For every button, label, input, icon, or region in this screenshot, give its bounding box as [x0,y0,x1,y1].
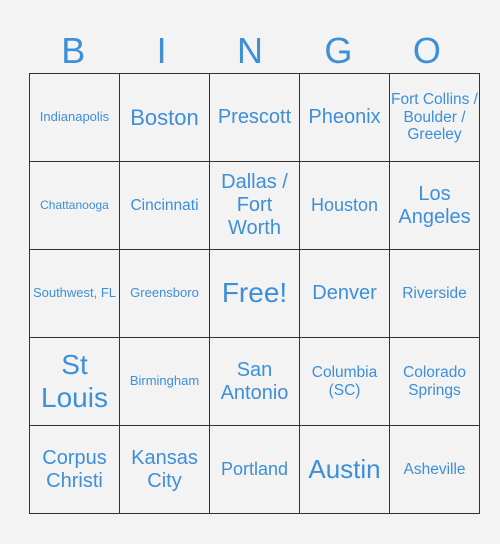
bingo-cell[interactable]: Chattanooga [29,161,120,250]
bingo-cell[interactable]: Houston [299,161,390,250]
bingo-cell[interactable]: Riverside [389,249,480,338]
bingo-header: B I N G O [29,28,471,73]
bingo-cell[interactable]: Pheonix [299,73,390,162]
board-row: St Louis Birmingham San Antonio Columbia… [29,337,480,426]
bingo-cell[interactable]: Fort Collins / Boulder / Greeley [389,73,480,162]
bingo-cell[interactable]: Asheville [389,425,480,514]
header-letter-o: O [412,30,441,71]
bingo-cell[interactable]: Dallas / Fort Worth [209,161,300,250]
header-letter-b: B [61,30,86,71]
bingo-cell[interactable]: Birmingham [119,337,210,426]
bingo-cell[interactable]: Columbia (SC) [299,337,390,426]
free-space-cell[interactable]: Free! [209,249,300,338]
bingo-cell[interactable]: Kansas City [119,425,210,514]
bingo-cell[interactable]: Los Angeles [389,161,480,250]
bingo-cell[interactable]: Austin [299,425,390,514]
board-row: Indianapolis Boston Prescott Pheonix For… [29,73,480,162]
bingo-cell[interactable]: Colorado Springs [389,337,480,426]
bingo-cell[interactable]: Corpus Christi [29,425,120,514]
bingo-cell[interactable]: Greensboro [119,249,210,338]
bingo-cell[interactable]: Portland [209,425,300,514]
bingo-cell[interactable]: Indianapolis [29,73,120,162]
bingo-cell[interactable]: St Louis [29,337,120,426]
board-row: Southwest, FL Greensboro Free! Denver Ri… [29,249,480,338]
bingo-cell[interactable]: Boston [119,73,210,162]
header-letter-g: G [324,30,353,71]
header-letter-n: N [237,30,264,71]
bingo-cell[interactable]: Southwest, FL [29,249,120,338]
bingo-cell[interactable]: San Antonio [209,337,300,426]
bingo-cell[interactable]: Denver [299,249,390,338]
bingo-cell[interactable]: Prescott [209,73,300,162]
board-row: Corpus Christi Kansas City Portland Aust… [29,425,480,514]
header-letter-i: I [156,30,167,71]
board-row: Chattanooga Cincinnati Dallas / Fort Wor… [29,161,480,250]
bingo-cell[interactable]: Cincinnati [119,161,210,250]
bingo-board: Indianapolis Boston Prescott Pheonix For… [29,73,480,514]
